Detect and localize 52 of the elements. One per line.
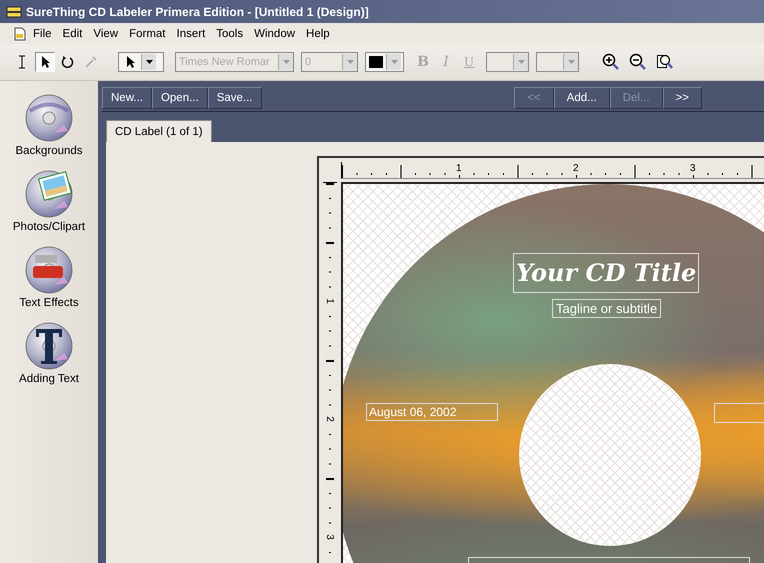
window-title: SureThing CD Labeler Primera Edition - [Untitled 1 (Design)] bbox=[26, 4, 369, 18]
pointer-icon bbox=[40, 55, 50, 69]
disc-letters-icon bbox=[24, 245, 74, 295]
ruler-number: 1 bbox=[324, 298, 334, 304]
zoom-page-icon[interactable] bbox=[656, 53, 674, 71]
document-icon[interactable] bbox=[14, 26, 26, 40]
subtitle-text[interactable]: Tagline or subtitle bbox=[552, 299, 662, 318]
menu-item[interactable]: Window bbox=[254, 28, 302, 40]
sidebar-item[interactable]: Text Effects bbox=[19, 245, 79, 309]
caret-icon bbox=[518, 60, 524, 64]
caret-icon bbox=[390, 60, 398, 64]
zoom-out-icon[interactable] bbox=[629, 53, 647, 71]
menu-item[interactable]: Help bbox=[306, 28, 336, 40]
sidebar-item[interactable]: Backgrounds bbox=[15, 93, 83, 157]
app-icon bbox=[6, 4, 22, 18]
page-button[interactable]: Add... bbox=[554, 87, 610, 109]
pointer-tool-button[interactable] bbox=[35, 52, 55, 72]
tab[interactable]: CD Label (1 of 1) bbox=[106, 120, 212, 142]
title-text[interactable]: Your CD Title bbox=[513, 253, 700, 293]
text-cursor-icon bbox=[17, 55, 27, 69]
pointer-icon bbox=[125, 55, 135, 69]
ruler-number: 3 bbox=[689, 163, 697, 175]
caret-icon bbox=[346, 60, 354, 64]
file-button[interactable]: New... bbox=[102, 87, 152, 109]
menu-item[interactable]: Insert bbox=[176, 28, 212, 40]
pointer-dropdown[interactable] bbox=[118, 52, 164, 72]
menu-item[interactable]: File bbox=[33, 28, 58, 40]
file-button[interactable]: Save... bbox=[208, 87, 262, 109]
ruler-number: 1 bbox=[455, 163, 463, 175]
page-button[interactable]: >> bbox=[662, 87, 702, 109]
sidebar-item[interactable]: Photos/Clipart bbox=[12, 169, 86, 233]
eyedropper-icon bbox=[84, 55, 98, 69]
disc-letter-icon bbox=[24, 321, 74, 371]
disc-photo-icon bbox=[24, 169, 74, 219]
sidebar-item[interactable]: Adding Text bbox=[19, 321, 79, 385]
dropdown[interactable] bbox=[486, 52, 529, 72]
menu-item[interactable]: Edit bbox=[62, 28, 88, 40]
ruler-number: 3 bbox=[324, 534, 334, 540]
menu-item[interactable]: View bbox=[93, 28, 124, 40]
color-dropdown[interactable] bbox=[365, 52, 404, 72]
caret-icon bbox=[568, 60, 574, 64]
caret-icon bbox=[282, 60, 290, 64]
menu-item[interactable]: Format bbox=[129, 28, 172, 40]
caret-icon bbox=[146, 60, 152, 64]
dropdown[interactable] bbox=[536, 52, 579, 72]
ruler-number: 2 bbox=[324, 416, 334, 422]
rotate-icon bbox=[61, 55, 75, 69]
file-button[interactable]: Open... bbox=[152, 87, 208, 109]
menu-item[interactable]: Tools bbox=[216, 28, 250, 40]
ruler-number: 2 bbox=[572, 163, 580, 175]
zoom-in-icon[interactable] bbox=[602, 53, 620, 71]
disc-icon bbox=[24, 93, 74, 143]
